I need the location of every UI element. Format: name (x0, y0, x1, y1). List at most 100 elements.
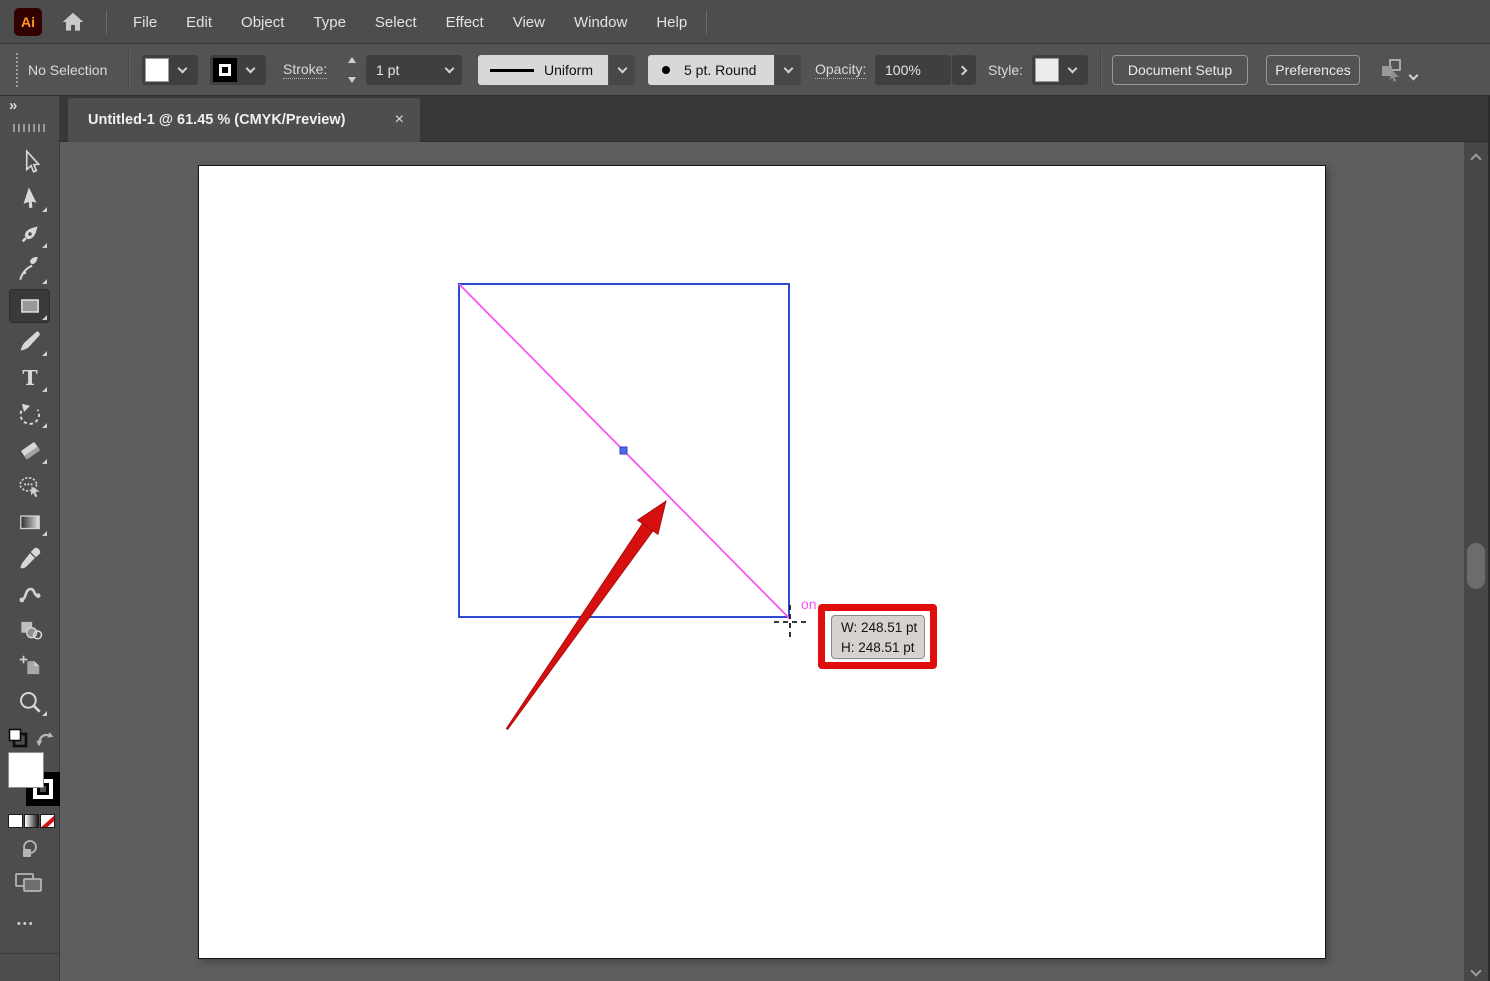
rectangle-tool[interactable] (9, 289, 50, 323)
blend-tool[interactable] (9, 577, 50, 611)
screen-mode-icon[interactable] (13, 870, 45, 901)
chevron-down-icon (617, 63, 627, 74)
fill-color-control[interactable] (142, 55, 198, 85)
style-dropdown-button[interactable] (1059, 63, 1085, 74)
illustrator-window: Ai File Edit Object Type Select Effect V… (0, 0, 1490, 981)
eraser-tool[interactable] (9, 433, 50, 467)
canvas-area[interactable]: on W: 248.51 pt H: 248.51 pt (60, 142, 1464, 981)
flyout-indicator (42, 207, 47, 212)
chevron-down-icon (444, 63, 454, 74)
width-profile-control[interactable]: Uniform (478, 55, 635, 85)
gradient-tool[interactable] (9, 505, 50, 539)
width-profile-preview[interactable]: Uniform (478, 55, 608, 85)
flyout-indicator (42, 459, 47, 464)
opacity-value[interactable]: 100% (875, 62, 951, 78)
uniform-stroke-icon (490, 68, 534, 72)
chevron-down-icon (1067, 63, 1077, 74)
draw-mode-icon[interactable] (17, 838, 41, 867)
menu-object[interactable]: Object (241, 14, 284, 31)
artboard-tool[interactable] (9, 649, 50, 683)
gradient-button[interactable] (24, 814, 39, 828)
menu-help[interactable]: Help (656, 14, 687, 31)
tool-list: T (9, 145, 50, 719)
none-button[interactable] (40, 814, 55, 828)
document-tab[interactable]: Untitled-1 @ 61.45 % (CMYK/Preview) × (68, 98, 420, 142)
flyout-indicator (42, 315, 47, 320)
vertical-scrollbar[interactable] (1464, 142, 1488, 981)
close-tab-icon[interactable]: × (395, 111, 404, 129)
paintbrush-tool[interactable] (9, 325, 50, 359)
menu-file[interactable]: File (133, 14, 157, 31)
stroke-weight-field[interactable]: 1 pt (366, 55, 462, 85)
zoom-tool[interactable] (9, 685, 50, 719)
flyout-indicator (42, 243, 47, 248)
stroke-weight-value[interactable]: 1 pt (366, 62, 436, 78)
edit-toolbar-button[interactable]: ••• (17, 918, 35, 930)
opacity-expand-button[interactable] (952, 55, 976, 85)
toolbar-drag-handle[interactable] (13, 124, 47, 132)
fill-dropdown-button[interactable] (169, 63, 195, 74)
arrange-documents-icon[interactable] (1378, 57, 1406, 88)
opacity-field[interactable]: 100% (875, 55, 951, 85)
illustrator-logo-icon[interactable]: Ai (14, 8, 42, 36)
stroke-weight-stepper[interactable] (344, 57, 360, 83)
stroke-color-control[interactable] (210, 55, 266, 85)
eyedropper-tool[interactable] (9, 541, 50, 575)
expand-panel-button[interactable]: » (9, 97, 17, 114)
document-title: Untitled-1 @ 61.45 % (CMYK/Preview) (88, 112, 346, 128)
pen-tool[interactable] (9, 217, 50, 251)
scroll-up-icon[interactable] (1470, 150, 1482, 168)
stroke-swatch[interactable] (213, 58, 237, 82)
default-fill-stroke-icon[interactable] (6, 726, 30, 755)
brush-definition-control[interactable]: 5 pt. Round (648, 55, 801, 85)
flyout-indicator (42, 423, 47, 428)
menu-bar: Ai File Edit Object Type Select Effect V… (0, 0, 1490, 44)
menu-window[interactable]: Window (574, 14, 627, 31)
arrange-documents-dropdown[interactable] (1408, 66, 1419, 84)
curvature-tool[interactable] (9, 253, 50, 287)
stroke-dropdown-button[interactable] (237, 63, 263, 74)
selection-status: No Selection (28, 62, 108, 78)
menu-edit[interactable]: Edit (186, 14, 212, 31)
type-tool[interactable]: T (9, 361, 50, 395)
fill-color-indicator[interactable] (8, 752, 44, 788)
menu-select[interactable]: Select (375, 14, 417, 31)
control-bar: No Selection Stroke: 1 pt Uniform 5 pt. … (0, 44, 1490, 96)
swap-fill-stroke-icon[interactable] (34, 728, 56, 755)
preferences-button[interactable]: Preferences (1266, 55, 1360, 85)
menu-view[interactable]: View (513, 14, 545, 31)
stroke-label[interactable]: Stroke: (283, 61, 328, 79)
brush-dropdown[interactable] (775, 55, 801, 85)
controlbar-separator (1100, 52, 1101, 88)
fill-swatch[interactable] (145, 58, 169, 82)
scroll-down-icon[interactable] (1470, 962, 1482, 980)
stepper-up-icon[interactable] (348, 57, 356, 63)
opacity-label[interactable]: Opacity: (815, 61, 867, 79)
color-button[interactable] (8, 814, 23, 828)
chevron-down-icon (783, 63, 793, 74)
brush-value: 5 pt. Round (684, 62, 757, 78)
scrollbar-thumb[interactable] (1467, 543, 1485, 589)
shaper-tool[interactable] (9, 469, 50, 503)
toolbar-separator (0, 953, 60, 954)
menu-effect[interactable]: Effect (446, 14, 484, 31)
flyout-indicator (42, 711, 47, 716)
flyout-indicator (42, 387, 47, 392)
home-icon[interactable] (60, 9, 86, 35)
stepper-down-icon[interactable] (348, 77, 356, 83)
rotate-tool[interactable] (9, 397, 50, 431)
direct-selection-tool[interactable] (9, 181, 50, 215)
flyout-indicator (42, 351, 47, 356)
document-setup-button[interactable]: Document Setup (1112, 55, 1248, 85)
menu-items: File Edit Object Type Select Effect View… (133, 0, 716, 44)
shape-builder-tool[interactable] (9, 613, 50, 647)
chevron-right-icon (957, 65, 968, 75)
width-profile-dropdown[interactable] (609, 55, 635, 85)
brush-preview[interactable]: 5 pt. Round (648, 55, 774, 85)
selection-tool[interactable] (9, 145, 50, 179)
stroke-weight-dropdown[interactable] (436, 63, 462, 74)
panel-drag-handle[interactable] (16, 53, 18, 87)
menu-type[interactable]: Type (313, 14, 346, 31)
graphic-style-control[interactable] (1032, 55, 1088, 85)
style-swatch[interactable] (1035, 58, 1059, 82)
